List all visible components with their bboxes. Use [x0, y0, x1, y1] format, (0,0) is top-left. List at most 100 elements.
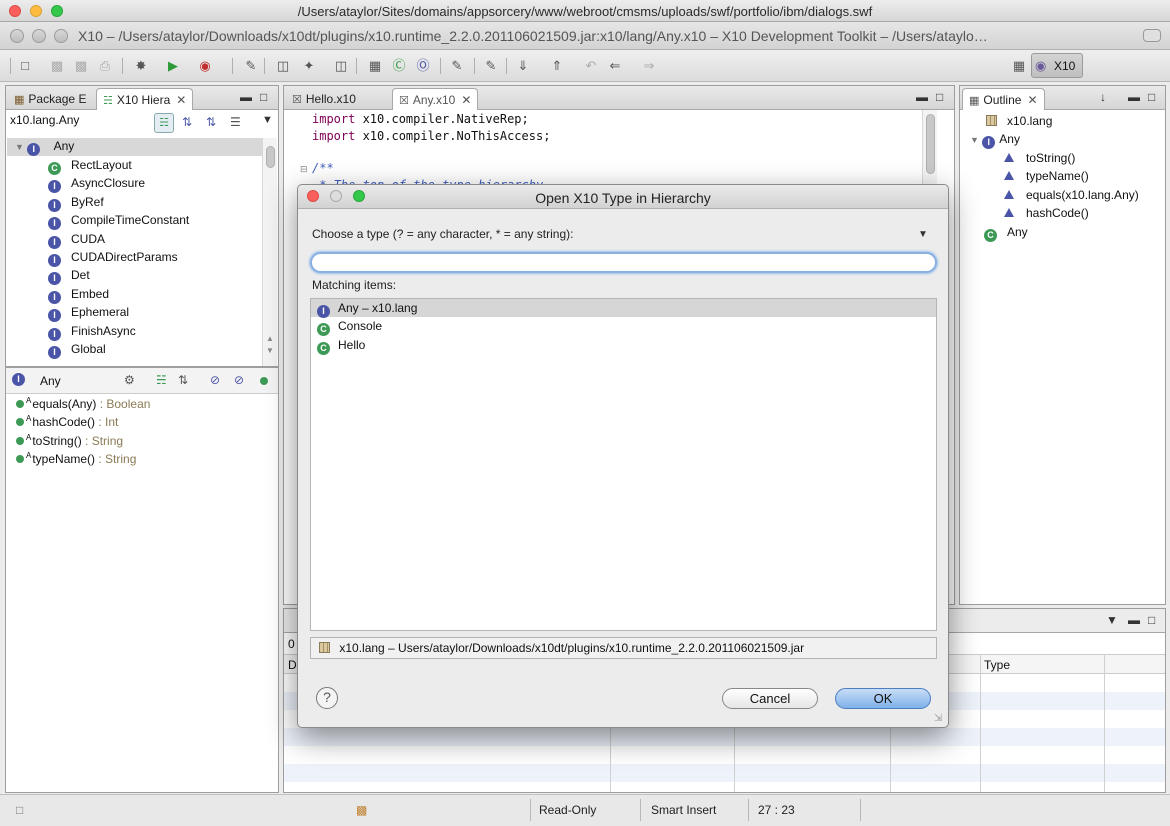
task-icon[interactable]: ▩ [356, 803, 367, 817]
show-inherited-icon[interactable]: ☵ [156, 373, 167, 387]
next-annotation-icon[interactable]: ⇓ [514, 57, 532, 75]
outline-method[interactable]: toString() [1004, 151, 1075, 169]
member-item[interactable]: AtypeName() : String [16, 451, 136, 469]
supertype-hierarchy-icon[interactable]: ⇅ [182, 115, 192, 129]
sort-members-icon[interactable]: ⇅ [178, 373, 188, 387]
hide-fields-icon[interactable]: ⊘ [210, 373, 220, 387]
outline-package[interactable]: x10.lang [986, 114, 1052, 132]
new-file-icon[interactable]: □ [16, 57, 34, 75]
maximize-icon[interactable]: □ [1148, 90, 1155, 104]
new-package-icon[interactable]: ▦ [366, 57, 384, 75]
last-edit-icon[interactable]: ↶ [582, 57, 600, 75]
save-icon[interactable]: ▩ [48, 57, 66, 75]
matching-item[interactable]: I Any – x10.lang [311, 299, 936, 318]
hierarchy-item[interactable]: I Det [48, 268, 90, 286]
hierarchy-item[interactable]: I ByRef [48, 195, 104, 213]
ide-minimize-button[interactable] [32, 29, 46, 43]
fast-view-icon[interactable]: □ [16, 803, 23, 817]
save-all-icon[interactable]: ▩ [72, 57, 90, 75]
history-icon[interactable]: ☰ [230, 115, 241, 129]
member-item[interactable]: AhashCode() : Int [16, 414, 118, 432]
new-interface-icon[interactable]: Ⓞ [414, 57, 432, 75]
code-line[interactable]: import x10.compiler.NoThisAccess; [312, 129, 550, 143]
x10-perspective-button[interactable]: ◉ X10 [1031, 53, 1083, 78]
column-header[interactable]: D [288, 658, 297, 672]
ide-zoom-button[interactable] [54, 29, 68, 43]
cancel-button[interactable]: Cancel [722, 688, 818, 709]
open-type-icon[interactable]: ◫ [332, 57, 350, 75]
hide-static-icon[interactable]: ⊘ [234, 373, 244, 387]
minimize-icon[interactable]: ▬ [240, 90, 252, 104]
column-header-type[interactable]: Type [984, 658, 1010, 672]
lock-view-icon[interactable]: ⚙ [124, 373, 135, 387]
tab-outline[interactable]: ▦ Outline ✕ [962, 88, 1045, 110]
close-icon[interactable]: ✕ [1027, 93, 1037, 107]
scroll-up-icon[interactable]: ▲ [266, 334, 274, 343]
ok-button[interactable]: OK [835, 688, 931, 709]
member-item[interactable]: AtoString() : String [16, 433, 123, 451]
tab-any-x10[interactable]: ☒ Any.x10 ✕ [392, 88, 479, 110]
hierarchy-item[interactable]: I AsyncClosure [48, 176, 145, 194]
hierarchy-item[interactable]: C RectLayout [48, 158, 132, 176]
tab-hello-x10[interactable]: ☒ Hello.x10 [286, 88, 362, 110]
hierarchy-item[interactable]: I Ephemeral [48, 305, 129, 323]
expand-triangle-icon[interactable]: ▼ [15, 142, 24, 152]
ide-close-button[interactable] [10, 29, 24, 43]
fold-icon[interactable]: ⊟ [300, 164, 308, 175]
minimize-icon[interactable]: ▬ [1128, 90, 1140, 104]
maximize-icon[interactable]: □ [936, 90, 943, 104]
scroll-thumb[interactable] [266, 146, 275, 168]
type-hierarchy-view-icon[interactable]: ☵ [154, 113, 174, 133]
print-icon[interactable]: ⎙ [96, 57, 114, 75]
hierarchy-item[interactable]: I CompileTimeConstant [48, 213, 189, 231]
forward-icon[interactable]: ⇒ [640, 57, 658, 75]
outline-class[interactable]: C Any [984, 225, 1028, 243]
sort-icon[interactable]: ↓ [1100, 90, 1106, 104]
hierarchy-item[interactable]: I FinishAsync [48, 324, 136, 342]
back-icon[interactable]: ⇐ [606, 57, 624, 75]
hierarchy-item[interactable]: I CUDA [48, 232, 105, 250]
table-row[interactable] [284, 728, 1165, 746]
maximize-icon[interactable]: □ [260, 90, 267, 104]
outline-method[interactable]: typeName() [1004, 169, 1089, 187]
scroll-thumb[interactable] [926, 114, 935, 174]
view-menu-icon[interactable]: ▼ [1106, 613, 1118, 627]
matching-items-list[interactable]: I Any – x10.lang C Console C Hello [310, 298, 937, 631]
comment-line[interactable]: /** [312, 161, 334, 175]
new-wizard-icon[interactable]: ✦ [300, 57, 318, 75]
outline-method[interactable]: hashCode() [1004, 206, 1089, 224]
type-filter-input[interactable] [310, 252, 937, 273]
member-item[interactable]: Aequals(Any) : Boolean [16, 396, 150, 414]
tab-x10-hierarchy[interactable]: ☵ X10 Hiera ✕ [96, 88, 194, 110]
tab-package-explorer[interactable]: ▦ Package E [8, 88, 92, 110]
open-perspective-icon[interactable]: ▦ [1010, 57, 1028, 75]
minimize-icon[interactable]: ▬ [1128, 613, 1140, 627]
help-button[interactable]: ? [316, 687, 338, 709]
subtype-hierarchy-icon[interactable]: ⇅ [206, 115, 216, 129]
table-row[interactable] [284, 764, 1165, 782]
view-menu-icon[interactable]: ▼ [262, 114, 273, 126]
hierarchy-root[interactable]: ▼ I Any [15, 139, 74, 157]
outline-method[interactable]: equals(x10.lang.Any) [1004, 188, 1139, 206]
hierarchy-item[interactable]: I Embed [48, 287, 109, 305]
expand-triangle-icon[interactable]: ▼ [970, 135, 979, 145]
open-project-icon[interactable]: ◫ [274, 57, 292, 75]
outline-type[interactable]: ▼ I Any [970, 132, 1020, 150]
previous-annotation-icon[interactable]: ⇑ [548, 57, 566, 75]
scroll-down-icon[interactable]: ▼ [266, 346, 274, 355]
minimize-icon[interactable]: ▬ [916, 90, 928, 104]
maximize-icon[interactable]: □ [1148, 613, 1155, 627]
hierarchy-item[interactable]: I Global [48, 342, 106, 360]
hierarchy-scrollbar[interactable]: ▲ ▼ [262, 138, 277, 366]
close-icon[interactable]: ✕ [176, 93, 186, 107]
resize-grip-icon[interactable]: ⇲ [934, 713, 942, 724]
external-tools-icon[interactable]: ◉ [196, 57, 214, 75]
matching-item[interactable]: C Hello [311, 336, 936, 355]
hide-nonpublic-icon[interactable] [260, 377, 268, 385]
search-icon[interactable]: ✎ [448, 57, 466, 75]
new-class-icon[interactable]: Ⓒ [390, 57, 408, 75]
code-line[interactable]: import x10.compiler.NativeRep; [312, 112, 529, 126]
close-icon[interactable]: ✕ [461, 93, 471, 107]
hierarchy-item[interactable]: I CUDADirectParams [48, 250, 178, 268]
run-icon[interactable]: ▶ [164, 57, 182, 75]
